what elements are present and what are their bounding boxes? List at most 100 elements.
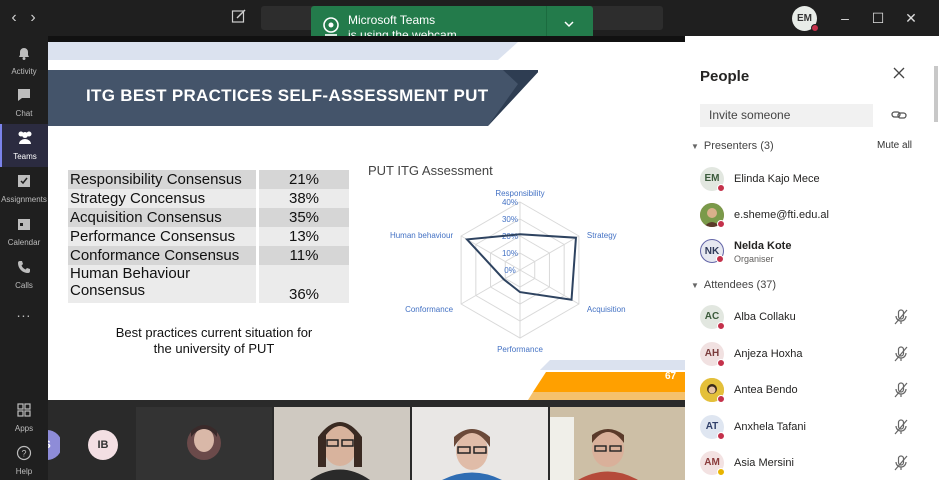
- table-row: Responsibility Consensus 21%: [68, 170, 349, 189]
- participant-name: Anxhela Tafani: [734, 421, 806, 433]
- slide-top-band: [48, 42, 685, 60]
- participant-item[interactable]: EM Elinda Kajo Mece: [700, 166, 936, 196]
- avatar: AT: [700, 415, 725, 440]
- svg-text:?: ?: [21, 449, 26, 459]
- compose-icon[interactable]: [231, 8, 249, 26]
- rail-item-activity[interactable]: Activity: [0, 39, 48, 82]
- maximize-button[interactable]: ☐: [869, 9, 887, 27]
- avatar: AH: [700, 342, 725, 367]
- participant-item[interactable]: e.sheme@fti.edu.al: [700, 202, 936, 232]
- table-cell-label: Responsibility Consensus: [68, 170, 256, 189]
- radar-category-label: Performance: [497, 345, 543, 352]
- radar-tick-label: 0%: [504, 266, 516, 275]
- presentation-slide: ITG BEST PRACTICES SELF-ASSESSMENT PUT R…: [48, 42, 685, 400]
- mic-off-icon[interactable]: [894, 309, 908, 325]
- rail-item-teams[interactable]: Teams: [0, 124, 48, 167]
- bell-icon: [19, 48, 29, 60]
- avatar: AM: [700, 451, 725, 476]
- participant-tile[interactable]: IB: [72, 407, 134, 480]
- close-window-button[interactable]: ✕: [902, 9, 920, 27]
- participant-video[interactable]: [412, 407, 548, 480]
- radar-category-label: Strategy: [587, 231, 617, 240]
- mic-off-icon[interactable]: [894, 455, 908, 471]
- teams-window: ‹ › or type a command EM – ☐ ✕ Microsoft…: [0, 0, 939, 480]
- participant-item[interactable]: AT Anxhela Tafani: [700, 414, 936, 444]
- participant-avatar: IB: [88, 430, 118, 460]
- radar-category-label: Acquisition: [587, 305, 626, 314]
- rail-item-calendar[interactable]: Calendar: [0, 210, 48, 253]
- table-row: Performance Consensus 13%: [68, 227, 349, 246]
- radar-series-line: [464, 233, 578, 301]
- avatar: NK: [700, 239, 724, 263]
- mic-off-icon[interactable]: [894, 419, 908, 435]
- attendees-section-header[interactable]: ▼ Attendees (37): [691, 279, 776, 291]
- slide-caption: Best practices current situation for the…: [115, 325, 313, 356]
- rail-label: Help: [15, 467, 33, 476]
- video-strip: S IB: [48, 400, 685, 480]
- rail-item-apps[interactable]: Apps: [0, 396, 48, 439]
- participant-item[interactable]: AM Asia Mersini: [700, 450, 936, 480]
- table-cell-value: 38%: [259, 189, 349, 208]
- avatar: AC: [700, 305, 725, 330]
- avatar: EM: [700, 167, 725, 192]
- table-cell-value: 35%: [259, 208, 349, 227]
- table-cell-label: Performance Consensus: [68, 227, 256, 246]
- table-row: Strategy Concensus 38%: [68, 189, 349, 208]
- back-button[interactable]: ‹: [4, 8, 24, 28]
- participant-avatar: S: [48, 430, 60, 460]
- participant-video[interactable]: [136, 407, 272, 480]
- mute-all-button[interactable]: Mute all: [877, 140, 912, 151]
- panel-scrollbar[interactable]: [934, 66, 938, 122]
- radar-category-label: Human behaviour: [390, 231, 453, 240]
- chat-icon: [18, 89, 30, 101]
- table-cell-value: 21%: [259, 170, 349, 189]
- participant-name: Alba Collaku: [734, 311, 796, 323]
- radar-tick-label: 10%: [502, 249, 518, 258]
- invite-input[interactable]: Invite someone: [700, 104, 873, 127]
- participant-name: Anjeza Hoxha: [734, 348, 803, 360]
- shared-content-stage[interactable]: ITG BEST PRACTICES SELF-ASSESSMENT PUT R…: [48, 36, 685, 400]
- rail-item-help[interactable]: ? Help: [0, 439, 48, 480]
- chevron-down-icon[interactable]: [563, 18, 575, 33]
- participant-name: Nelda Kote: [734, 240, 792, 252]
- participant-item[interactable]: AH Anjeza Hoxha: [700, 341, 936, 371]
- participant-item[interactable]: AC Alba Collaku: [700, 304, 936, 334]
- help-icon: ?: [16, 445, 32, 461]
- radar-tick-label: 40%: [502, 198, 518, 207]
- chart-title: PUT ITG Assessment: [368, 163, 493, 178]
- table-cell-label: Strategy Concensus: [68, 189, 256, 208]
- presenters-section-header[interactable]: ▼ Presenters (3): [691, 140, 774, 152]
- phone-icon: [18, 261, 30, 273]
- slide-title: ITG BEST PRACTICES SELF-ASSESSMENT PUT: [86, 86, 489, 105]
- mic-off-icon[interactable]: [894, 382, 908, 398]
- status-busy-icon: [811, 24, 819, 32]
- notification-line-1: Microsoft Teams: [348, 13, 436, 27]
- participant-photo: [274, 407, 410, 480]
- participant-item[interactable]: NK Nelda Kote Organiser: [700, 238, 936, 268]
- participant-video[interactable]: [274, 407, 410, 480]
- participant-tile[interactable]: S: [48, 407, 60, 480]
- participant-role: Organiser: [734, 254, 774, 264]
- forward-button[interactable]: ›: [23, 8, 43, 28]
- attendees-count: (37): [756, 279, 777, 291]
- minimize-button[interactable]: –: [836, 9, 854, 27]
- mic-off-icon[interactable]: [894, 346, 908, 362]
- rail-item-more[interactable]: ...: [0, 302, 48, 326]
- status-away-icon: [717, 468, 725, 476]
- radar-tick-label: 30%: [502, 215, 518, 224]
- participant-video[interactable]: [550, 407, 685, 480]
- table-cell-label: Human Behaviour Consensus: [68, 265, 256, 303]
- participant-name: Elinda Kajo Mece: [734, 173, 820, 185]
- status-busy-icon: [717, 220, 725, 228]
- radar-category-label: Responsibility: [495, 189, 544, 198]
- participant-item[interactable]: Antea Bendo: [700, 377, 936, 407]
- rail-item-assignments[interactable]: Assignments: [0, 167, 48, 210]
- attendees-label: Attendees: [703, 279, 754, 291]
- rail-item-chat[interactable]: Chat: [0, 81, 48, 124]
- close-panel-button[interactable]: [893, 66, 905, 84]
- rail-item-calls[interactable]: Calls: [0, 253, 48, 296]
- share-link-icon[interactable]: [891, 108, 907, 122]
- rail-label: Calls: [15, 281, 33, 290]
- table-row: Acquisition Consensus 35%: [68, 208, 349, 227]
- participant-photo: [187, 425, 221, 460]
